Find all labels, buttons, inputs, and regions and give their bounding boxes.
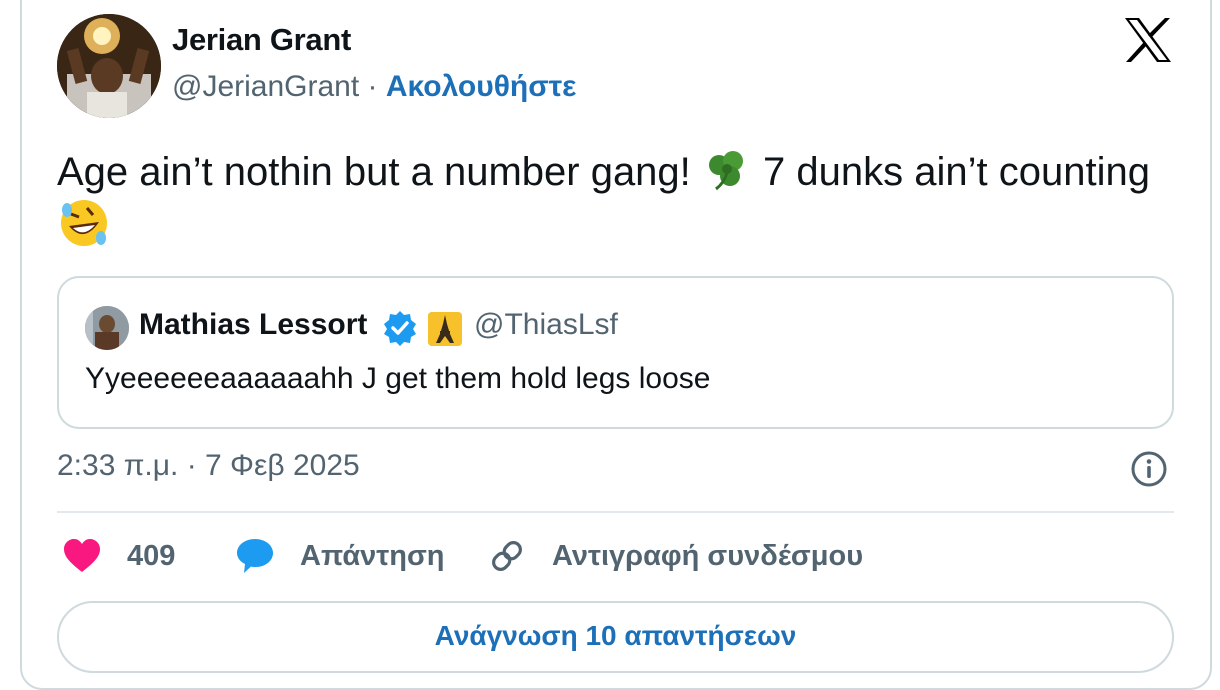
reply-label: Απάντηση (300, 539, 445, 572)
tweet-text-part1: Age ain’t nothin but a number gang! (57, 150, 691, 194)
divider (57, 511, 1174, 513)
verified-badge-icon (384, 311, 416, 346)
info-icon[interactable] (1130, 450, 1168, 488)
tweet-text-part2: 7 dunks ain’t counting (763, 150, 1150, 194)
quoted-tweet[interactable]: Mathias Lessort @ThiasLsf Yyeeeeeeaaaaaa… (57, 276, 1174, 429)
shamrock-icon (708, 151, 743, 191)
author-name[interactable]: Jerian Grant (172, 22, 351, 58)
x-logo-icon[interactable] (1123, 16, 1173, 64)
like-count: 409 (127, 539, 176, 572)
quoted-author-handle[interactable]: @ThiasLsf (474, 308, 618, 342)
author-handle[interactable]: @JerianGrant (172, 70, 359, 103)
quoted-author-name[interactable]: Mathias Lessort (139, 308, 367, 342)
rolling-on-floor-laughing-icon (61, 200, 107, 246)
reply-button[interactable]: Απάντηση (236, 534, 445, 578)
eiffel-tower-icon (428, 312, 462, 346)
link-icon (492, 541, 522, 571)
author-avatar[interactable] (57, 14, 161, 118)
copy-link-label: Αντιγραφή συνδέσμου (552, 539, 864, 572)
copy-link-button[interactable]: Αντιγραφή συνδέσμου (488, 534, 863, 578)
author-handle-row: @JerianGrant · Ακολουθήστε (172, 70, 576, 104)
heart-icon (64, 539, 100, 572)
follow-link[interactable]: Ακολουθήστε (386, 70, 577, 103)
quoted-author-avatar[interactable] (85, 306, 129, 350)
like-button[interactable]: 409 (63, 534, 175, 578)
tweet-timestamp[interactable]: 2:33 π.μ. · 7 Φεβ 2025 (57, 449, 360, 483)
quoted-tweet-text: Yyeeeeeeaaaaaahh J get them hold legs lo… (85, 362, 711, 395)
handle-separator: · (367, 70, 378, 103)
tweet-text: Age ain’t nothin but a number gang! 7 du… (57, 146, 1157, 255)
reply-bubble-icon (237, 539, 273, 573)
read-replies-button[interactable]: Ανάγνωση 10 απαντήσεων (57, 601, 1174, 673)
